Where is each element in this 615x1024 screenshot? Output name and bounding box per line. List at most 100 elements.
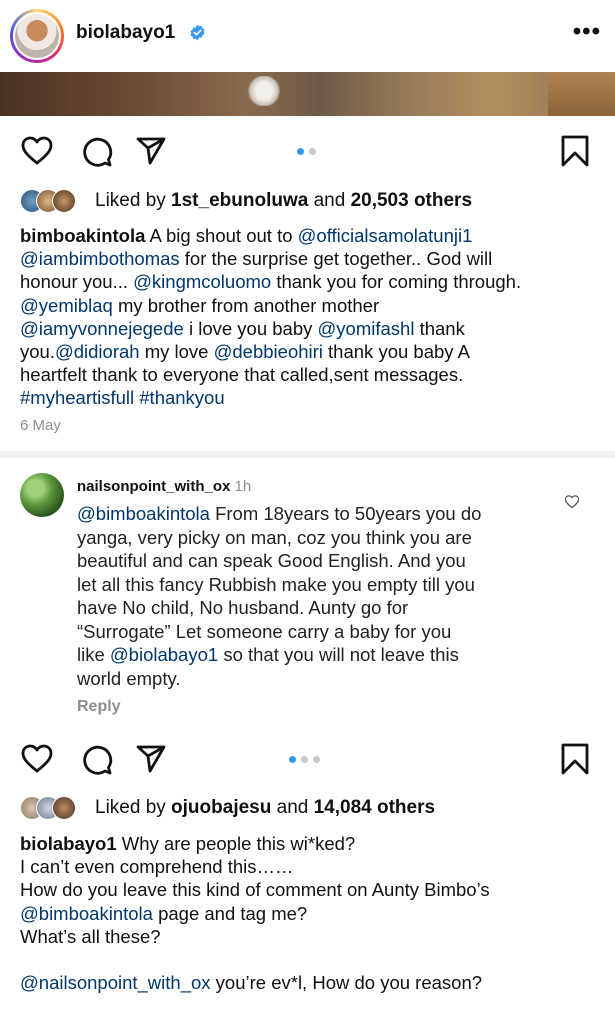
text-line: like @biolabayo1 so that you will not le… — [77, 643, 577, 667]
mention-link[interactable]: @yomifashl — [318, 318, 415, 339]
mention-link[interactable]: @bimboakintola — [77, 503, 210, 524]
text-segment: world empty. — [77, 667, 181, 689]
mention-link[interactable]: @kingmcoluomo — [133, 271, 271, 292]
text-segment: A big shout out to — [145, 225, 298, 246]
bookmark-icon[interactable] — [558, 742, 592, 776]
likes-text: Liked by ojuobajesu and 14,084 others — [95, 797, 436, 818]
likes-count[interactable]: 14,084 others — [314, 797, 435, 818]
likes-text: Liked by 1st_ebunoluwa and 20,503 others — [95, 190, 473, 211]
carousel-dot — [301, 756, 308, 763]
image-detail — [548, 72, 615, 116]
text-segment: you’re ev*l, How do you reason? — [210, 972, 483, 994]
carousel-dot — [309, 148, 316, 155]
text-line: world empty. — [77, 667, 577, 691]
post-image[interactable] — [0, 72, 615, 116]
mention-link[interactable]: @biolabayo1 — [110, 644, 218, 665]
post-date: 6 May — [20, 417, 61, 434]
verified-badge-icon — [190, 24, 205, 41]
mention-link[interactable]: @officialsamolatunji1 — [298, 225, 473, 246]
text-segment: From 18years to 50years you do — [209, 503, 482, 524]
text-line: let all this fancy Rubbish make you empt… — [77, 573, 577, 597]
caption: bimboakintola A big shout out to @offici… — [20, 224, 610, 410]
text-segment: Why are people this wi*ked? — [116, 833, 356, 854]
text-line: @bimboakintola From 18years to 50years y… — [77, 502, 577, 526]
text-line: biolabayo1 Why are people this wi*ked? — [20, 832, 610, 855]
text-segment: thank — [414, 317, 465, 339]
carousel-dot — [313, 756, 320, 763]
text-line: “Surrogate” Let someone carry a baby for… — [77, 620, 577, 644]
bookmark-icon[interactable] — [558, 134, 592, 168]
likes-summary[interactable]: Liked by ojuobajesu and 14,084 others — [0, 793, 615, 823]
more-options-icon[interactable]: ••• — [573, 20, 601, 44]
likes-summary[interactable]: Liked by 1st_ebunoluwa and 20,503 others — [0, 186, 615, 216]
post-header: biolabayo1 ••• — [0, 0, 615, 72]
text-segment: thank you for coming through. — [271, 271, 522, 293]
action-bar — [0, 126, 615, 176]
text-segment: heartfelt thank to everyone that called,… — [20, 364, 464, 386]
carousel-indicator — [0, 756, 615, 764]
mention-link[interactable]: @nailsonpoint_with_ox — [20, 972, 211, 993]
text-segment: beautiful and can speak Good English. An… — [77, 550, 466, 571]
text-segment: yanga, very picky on man, coz you think … — [77, 526, 472, 548]
text-segment: honour you... — [20, 271, 134, 293]
text-line: honour you... @kingmcoluomo thank you fo… — [20, 270, 610, 293]
comment-username[interactable]: nailsonpoint_with_ox — [77, 478, 230, 495]
heart-icon[interactable] — [564, 494, 580, 510]
mention-link[interactable]: @bimboakintola — [20, 903, 153, 924]
avatar[interactable] — [20, 473, 64, 517]
text-segment: let all this fancy Rubbish make you empt… — [77, 573, 475, 595]
avatar — [52, 796, 76, 820]
text-line: @nailsonpoint_with_ox you’re ev*l, How d… — [20, 971, 610, 994]
text-line: How do you leave this kind of comment on… — [20, 878, 610, 901]
text-segment: How do you leave this kind of comment on… — [20, 879, 490, 901]
image-detail — [246, 76, 282, 106]
text-line: What’s all these? — [20, 925, 610, 948]
text-segment: so that you will not leave this — [218, 644, 459, 665]
avatar[interactable] — [13, 12, 61, 60]
liker-avatars — [20, 796, 90, 820]
text-segment: i love you baby — [183, 317, 318, 339]
mention-link[interactable]: @debbieohiri — [214, 341, 323, 362]
text-line: @yemiblaq my brother from another mother — [20, 294, 610, 317]
carousel-dot — [297, 148, 304, 155]
text-line: have No child, No husband. Aunty go for — [77, 596, 577, 620]
text-segment: “Surrogate” Let someone carry a baby for… — [77, 620, 452, 642]
liker-username[interactable]: ojuobajesu — [171, 797, 271, 818]
comment-time: 1h — [234, 478, 252, 495]
text-line: @bimboakintola page and tag me? — [20, 902, 610, 925]
text-line: bimboakintola A big shout out to @offici… — [20, 224, 610, 247]
text-segment: my love — [139, 341, 214, 363]
text-line: #myheartisfull #thankyou — [20, 386, 610, 409]
text-line: you.@didiorah my love @debbieohiri thank… — [20, 340, 610, 363]
comment-text: @bimboakintola From 18years to 50years y… — [77, 502, 577, 690]
likes-count[interactable]: 20,503 others — [351, 190, 472, 211]
carousel-dot — [289, 756, 296, 763]
username[interactable]: biolabayo1 — [76, 22, 175, 44]
text-segment: page and tag me? — [152, 902, 308, 924]
comment-header: nailsonpoint_with_ox 1h — [77, 478, 251, 495]
text-segment: you. — [20, 341, 55, 363]
avatar — [52, 189, 76, 213]
text-line: yanga, very picky on man, coz you think … — [77, 526, 577, 550]
text-line: heartfelt thank to everyone that called,… — [20, 363, 610, 386]
action-bar — [0, 734, 615, 784]
caption-username[interactable]: bimboakintola — [20, 225, 145, 246]
hashtag-link[interactable]: #myheartisfull #thankyou — [20, 387, 225, 408]
text-segment: thank you baby A — [322, 341, 470, 363]
reply-button[interactable]: Reply — [77, 698, 121, 716]
text-line: @iambimbothomas for the surprise get tog… — [20, 247, 610, 270]
text-line: @iamyvonnejegede i love you baby @yomifa… — [20, 317, 610, 340]
mention-link[interactable]: @iambimbothomas — [20, 248, 180, 269]
mention-link[interactable]: @didiorah — [55, 341, 140, 362]
text-segment: have No child, No husband. Aunty go for — [77, 597, 409, 618]
story-ring[interactable] — [10, 9, 64, 63]
liker-username[interactable]: 1st_ebunoluwa — [171, 190, 308, 211]
carousel-indicator — [0, 148, 615, 156]
text-segment: like — [77, 644, 110, 665]
caption-username[interactable]: biolabayo1 — [20, 833, 117, 854]
mention-link[interactable]: @yemiblaq — [20, 295, 113, 316]
divider — [0, 451, 615, 458]
text-line — [20, 948, 610, 971]
liker-avatars — [20, 189, 90, 213]
mention-link[interactable]: @iamyvonnejegede — [20, 318, 184, 339]
